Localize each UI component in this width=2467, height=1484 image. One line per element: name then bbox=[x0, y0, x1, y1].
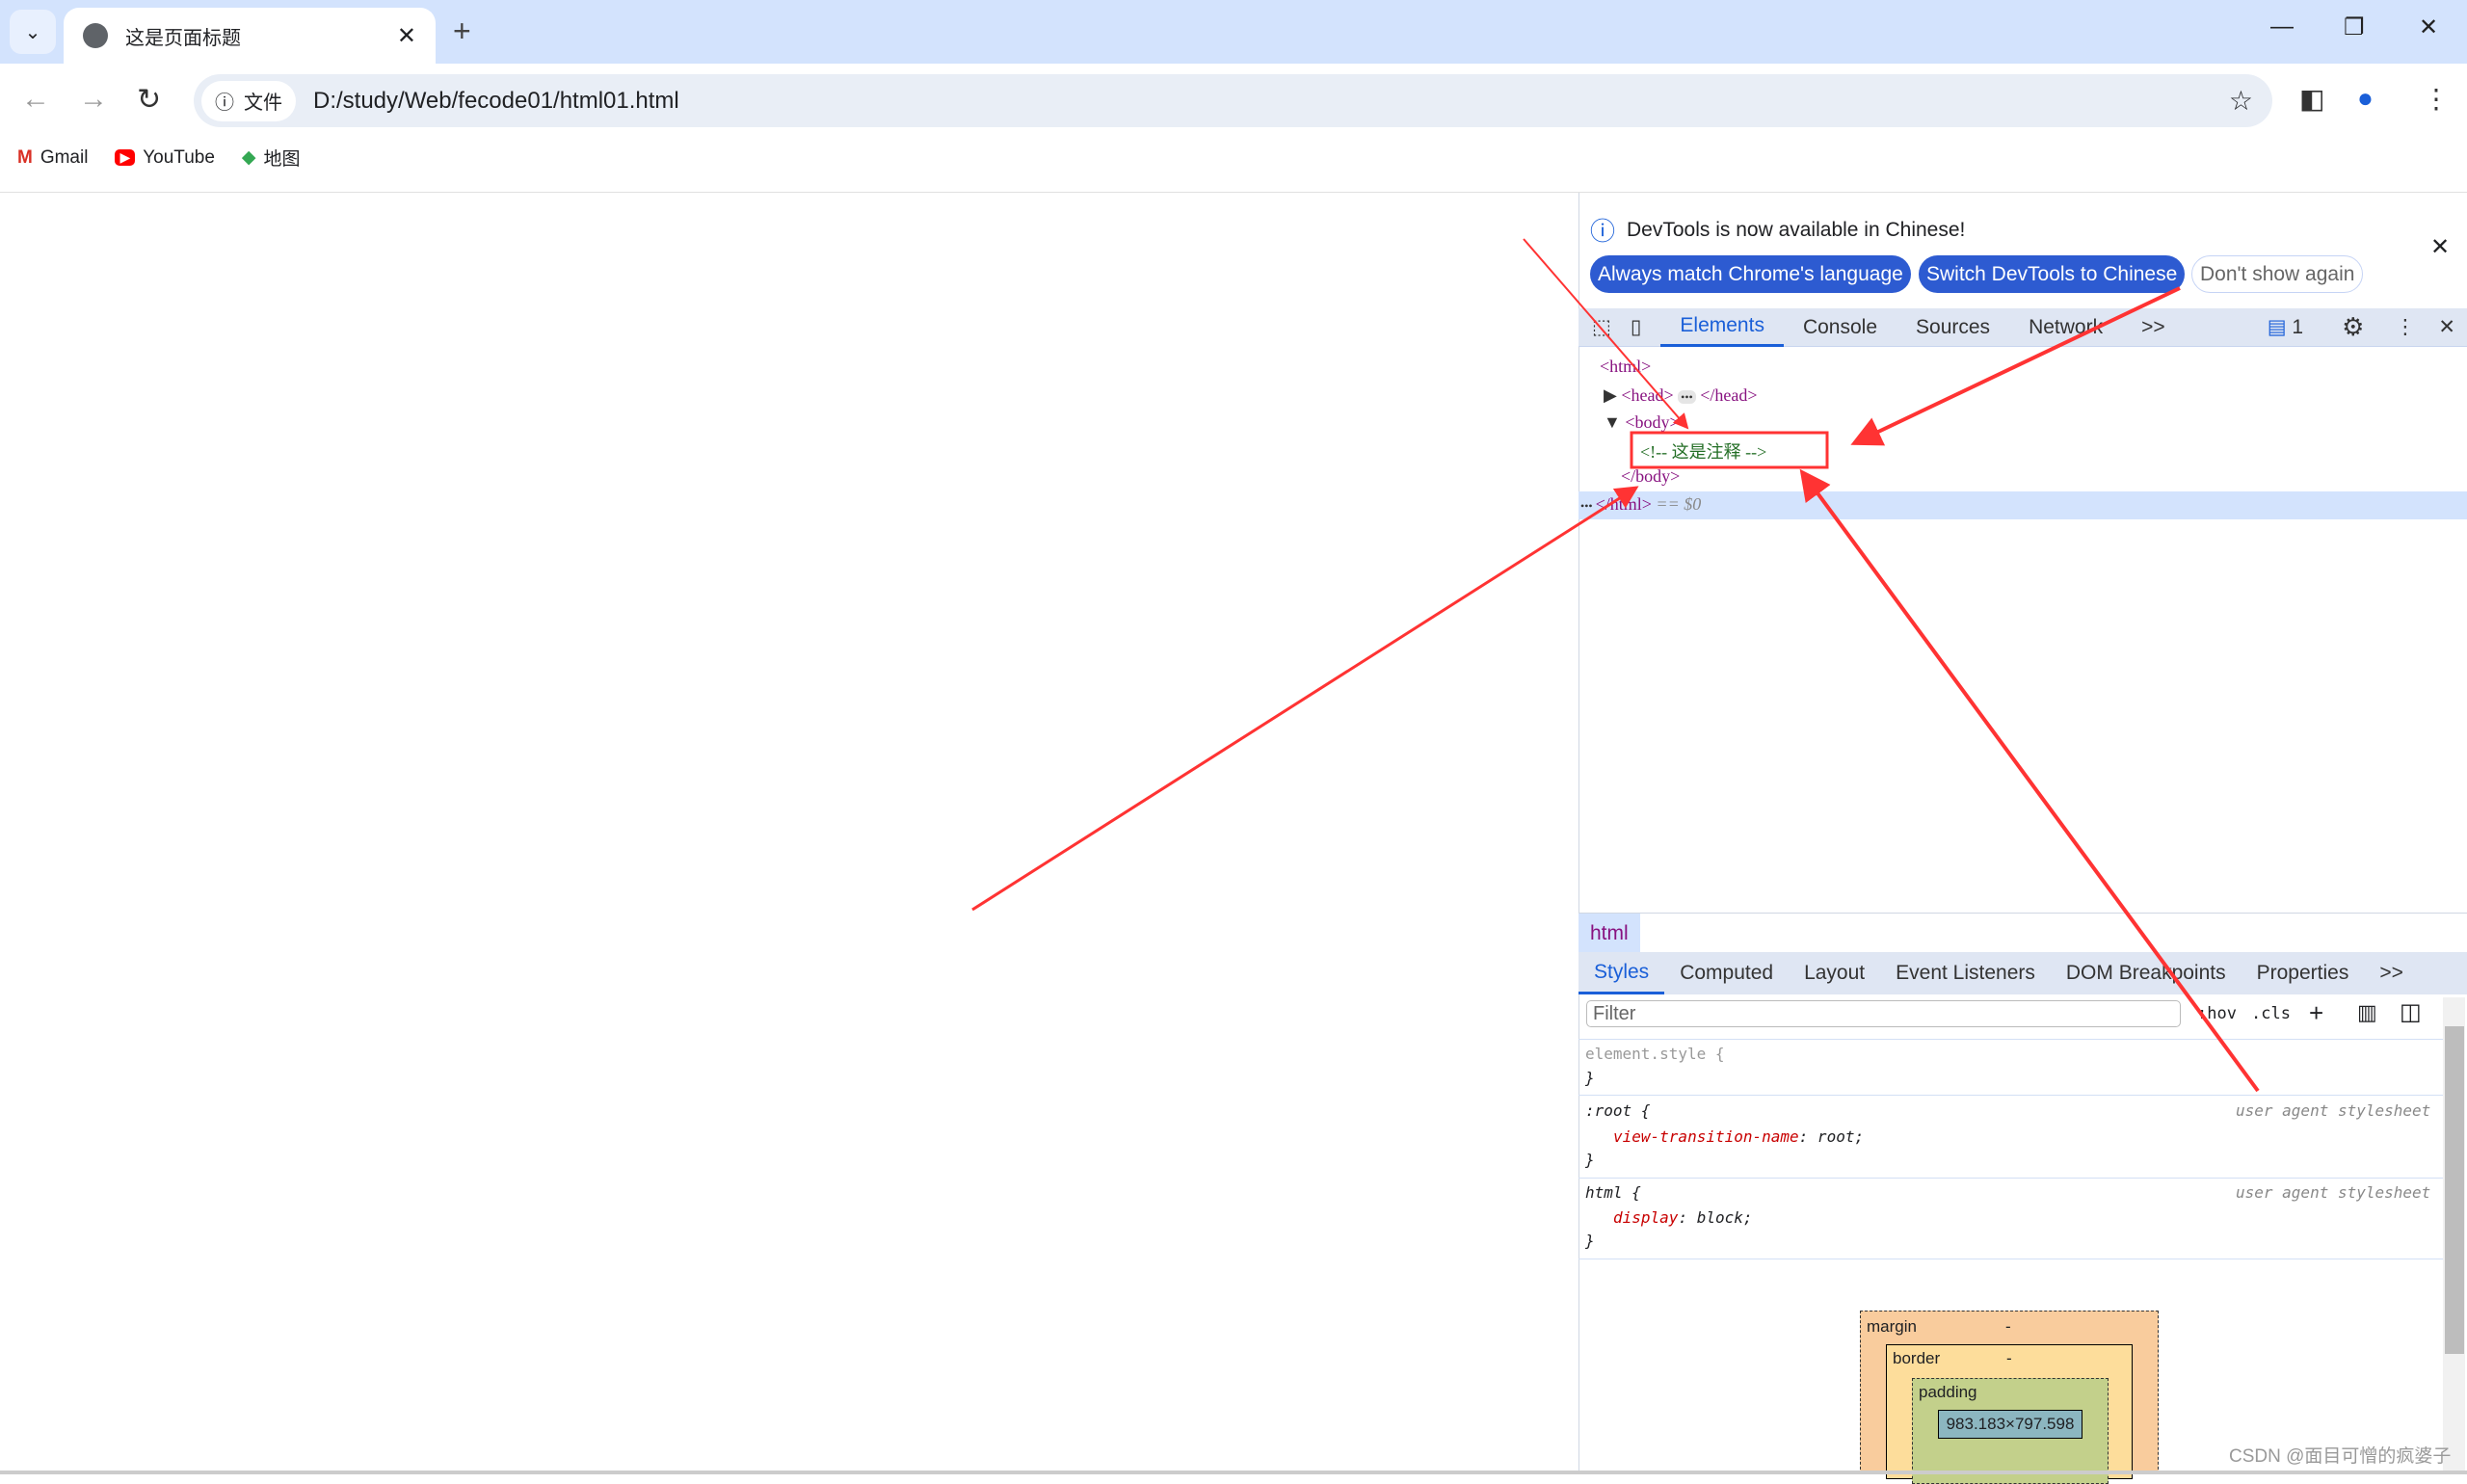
arrow bbox=[1799, 468, 2260, 1093]
arrow bbox=[1850, 286, 2181, 446]
arrow bbox=[971, 486, 1639, 912]
highlight-box bbox=[1630, 431, 1829, 469]
arrow bbox=[1523, 238, 1689, 430]
annotation-overlay bbox=[971, 238, 2260, 1093]
